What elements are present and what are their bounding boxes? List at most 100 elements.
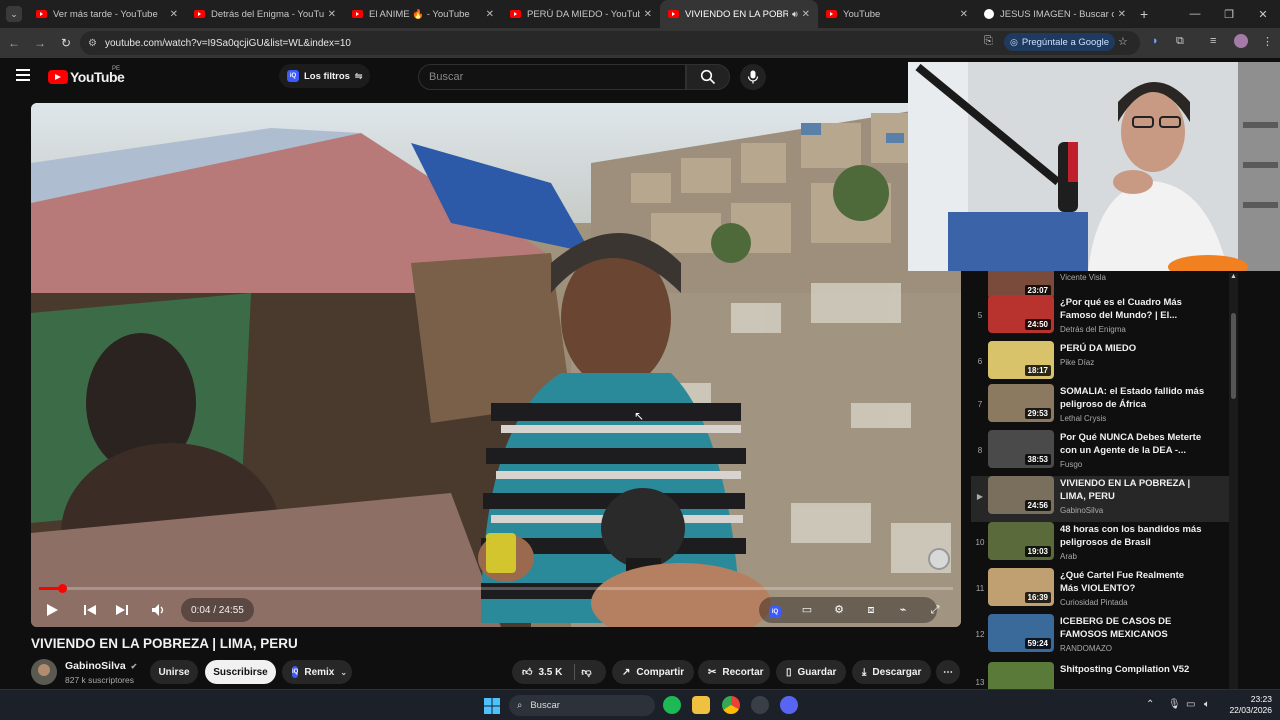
remix-button[interactable]: iQ Remix ⌄ <box>282 660 352 684</box>
bookmark-star-icon[interactable]: ☆ <box>1118 35 1128 48</box>
browser-menu-icon[interactable]: ⋮ <box>1262 35 1273 48</box>
forward-icon[interactable]: → <box>28 36 52 50</box>
playlist-item[interactable]: 11 16:39 ¿Qué Cartel Fue Realmente Más VIO… <box>971 568 1229 614</box>
playlist-item-title[interactable]: 48 horas con los bandidos más peligrosos… <box>1060 523 1205 549</box>
miniplayer-icon[interactable]: ⧈ <box>863 602 879 618</box>
cast-icon[interactable]: ⌁ <box>895 602 911 618</box>
playlist-item-title[interactable]: ¿Por qué es el Cuadro Más Famoso del Mun… <box>1060 296 1205 322</box>
browser-tab[interactable]: Detrás del Enigma - YouTube ✕ <box>186 0 344 28</box>
playlist-thumbnail[interactable]: 38:53 <box>988 430 1054 468</box>
playlist-item-title[interactable]: PERÚ DA MIEDO <box>1060 342 1205 355</box>
discord-icon[interactable] <box>780 696 798 714</box>
microphone-tray-icon[interactable]: 🎙︎ <box>1168 699 1181 710</box>
settings-gear-icon[interactable]: ⚙ <box>831 602 847 618</box>
next-icon[interactable] <box>115 603 129 617</box>
search-button[interactable] <box>686 64 730 90</box>
playlist-item-title[interactable]: Por Qué NUNCA Debes Meterte con un Agent… <box>1060 431 1205 457</box>
subscribe-button[interactable]: Suscribirse <box>205 660 276 684</box>
thumbs-down-icon[interactable]: 👎︎ <box>581 666 591 678</box>
playlist-item-title[interactable]: Shitposting Compilation V52 <box>1060 663 1205 676</box>
windows-start-icon[interactable] <box>484 698 500 714</box>
minimize-icon[interactable]: — <box>1178 8 1212 20</box>
reload-icon[interactable]: ↻ <box>54 36 78 50</box>
tab-close-icon[interactable]: ✕ <box>960 9 968 20</box>
scroll-up-icon[interactable]: ▲ <box>1230 273 1237 280</box>
playlist-item-title[interactable]: ¿Qué Cartel Fue Realmente Más VIOLENTO? <box>1060 569 1205 595</box>
close-window-icon[interactable]: ✕ <box>1246 8 1280 21</box>
progress-bar[interactable] <box>39 584 953 593</box>
profile-avatar[interactable] <box>1234 34 1248 48</box>
subtitles-icon[interactable]: ▭ <box>799 602 815 618</box>
tab-close-icon[interactable]: ✕ <box>328 9 336 20</box>
iq-extension-icon[interactable]: iQ <box>769 606 781 618</box>
install-app-icon[interactable]: ⎘ <box>984 35 993 48</box>
tab-close-icon[interactable]: ✕ <box>170 9 178 20</box>
playlist-item[interactable]: 13Shitposting Compilation V52Don Comedia <box>971 662 1229 689</box>
scrollbar-thumb[interactable] <box>1231 313 1236 399</box>
playlist-thumbnail[interactable]: 29:53 <box>988 384 1054 422</box>
tab-search-list-icon[interactable]: ≡ <box>1210 35 1216 47</box>
back-icon[interactable]: ← <box>2 36 26 50</box>
playlist-thumbnail[interactable]: 19:03 <box>988 522 1054 560</box>
previous-icon[interactable] <box>83 603 97 617</box>
filters-button[interactable]: iQ Los filtros ⇋ <box>279 64 371 88</box>
file-explorer-icon[interactable] <box>692 696 710 714</box>
site-info-icon[interactable]: ⚙ <box>88 38 97 49</box>
playlist-item[interactable]: 12 59:24 ICEBERG DE CASOS DE FAMOSOS MEXIC… <box>971 614 1229 660</box>
ask-google-button[interactable]: ◎ Pregúntale a Google <box>1004 33 1116 51</box>
browser-tab[interactable]: Ver más tarde - YouTube ✕ <box>28 0 186 28</box>
browser-tab[interactable]: PERÚ DA MIEDO - YouTube ✕ <box>502 0 660 28</box>
channel-avatar[interactable] <box>31 659 57 685</box>
playlist-thumbnail[interactable]: 16:39 <box>988 568 1054 606</box>
playlist-thumbnail[interactable]: 59:24 <box>988 614 1054 652</box>
playlist-thumbnail[interactable]: 24:56 <box>988 476 1054 514</box>
browser-tab[interactable]: YouTube ✕ <box>818 0 976 28</box>
browser-tab[interactable]: El ANIME 🔥 - YouTube ✕ <box>344 0 502 28</box>
playlist-item[interactable]: ▶ 24:56 VIVIENDO EN LA POBREZA | LIMA, PER… <box>971 476 1229 522</box>
playlist-item[interactable]: 5 24:50 ¿Por qué es el Cuadro Más Famoso d… <box>971 295 1229 341</box>
voice-search-button[interactable] <box>740 64 766 90</box>
tab-close-icon[interactable]: ✕ <box>802 9 810 20</box>
playlist-item-title[interactable]: VIVIENDO EN LA POBREZA | LIMA, PERU <box>1060 477 1205 503</box>
extension-icon[interactable]: ◗ <box>1152 35 1159 47</box>
tray-chevron-icon[interactable]: ⌃ <box>1146 699 1154 710</box>
maximize-icon[interactable]: ❐ <box>1212 8 1246 21</box>
playlist-scrollbar[interactable]: ▲ <box>1229 273 1238 689</box>
youtube-logo[interactable]: YouTube PE <box>48 66 125 85</box>
share-button[interactable]: ↗ Compartir <box>612 660 694 684</box>
tab-search-icon[interactable]: ⌄ <box>6 6 22 22</box>
playlist-item-title[interactable]: ICEBERG DE CASOS DE FAMOSOS MEXICANOS <box>1060 615 1205 641</box>
tab-audio-icon[interactable]: 🔊︎ <box>792 9 798 20</box>
progress-knob[interactable] <box>57 584 67 593</box>
volume-icon[interactable] <box>151 603 167 617</box>
network-icon[interactable]: ▭ <box>1186 699 1195 710</box>
tab-close-icon[interactable]: ✕ <box>644 9 652 20</box>
playlist-item-title[interactable]: SOMALIA: el Estado fallido más peligroso… <box>1060 385 1205 411</box>
play-icon[interactable] <box>45 603 59 617</box>
save-button[interactable]: ▯ Guardar <box>776 660 846 684</box>
new-tab-icon[interactable]: + <box>1140 6 1148 22</box>
speaker-icon[interactable]: 🔈︎ <box>1204 699 1210 710</box>
channel-name[interactable]: GabinoSilva ✔ <box>65 660 137 672</box>
fullscreen-icon[interactable]: ⤢ <box>927 602 943 618</box>
download-button[interactable]: ⤓ Descargar <box>852 660 931 684</box>
address-bar[interactable]: ⚙ youtube.com/watch?v=I9Sa0qcjiGU&list=W… <box>80 31 1140 55</box>
taskbar-search[interactable]: ⌕ Buscar <box>509 695 655 716</box>
obs-icon[interactable] <box>751 696 769 714</box>
browser-tab[interactable]: VIVIENDO EN LA POBREZA 🔊︎ ✕ <box>660 0 818 28</box>
spotify-icon[interactable] <box>663 696 681 714</box>
playlist-item[interactable]: 7 29:53 SOMALIA: el Estado fallido más pel… <box>971 384 1229 430</box>
taskbar-clock[interactable]: 23:23 22/03/2026 <box>1222 694 1272 716</box>
chrome-icon[interactable] <box>722 696 740 714</box>
playlist-thumbnail[interactable]: 24:50 <box>988 295 1054 333</box>
playlist-item[interactable]: 8 38:53 Por Qué NUNCA Debes Meterte con un… <box>971 430 1229 476</box>
tab-close-icon[interactable]: ✕ <box>486 9 494 20</box>
playlist-thumbnail[interactable] <box>988 662 1054 689</box>
playlist-thumbnail[interactable]: 18:17 <box>988 341 1054 379</box>
browser-tab[interactable]: JESUS IMAGEN - Buscar con Go ✕ <box>976 0 1134 28</box>
playlist-item[interactable]: 10 19:03 48 horas con los bandidos más pel… <box>971 522 1229 568</box>
like-button[interactable]: 👍︎ 3.5 K 👎︎ <box>512 660 606 684</box>
clip-button[interactable]: ✂ Recortar <box>698 660 770 684</box>
video-player[interactable]: ↖ 0:04 / 24:55 iQ ▭ ⚙ ⧈ ⌁ ⤢ <box>31 103 961 627</box>
join-button[interactable]: Unirse <box>150 660 198 684</box>
